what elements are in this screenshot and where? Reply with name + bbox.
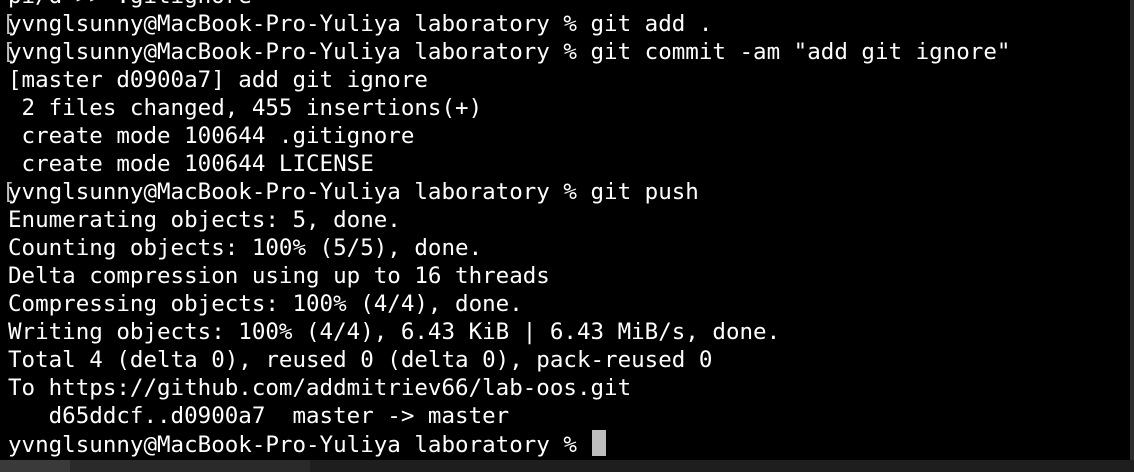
line-text: Counting objects: 100% (5/5), done. xyxy=(8,235,483,261)
output-line: Counting objects: 100% (5/5), done. xyxy=(8,234,1010,262)
output-line: Enumerating objects: 5, done. xyxy=(8,206,1010,234)
line-text: yvnglsunny@MacBook-Pro-Yuliya laboratory… xyxy=(8,432,591,458)
line-marker: [ xyxy=(2,39,16,65)
line-text: pi/d >> .gitignore xyxy=(8,0,252,9)
output-line: create mode 100644 .gitignore xyxy=(8,122,1010,150)
line-text: Compressing objects: 100% (4/4), done. xyxy=(8,291,523,317)
output-line: Total 4 (delta 0), reused 0 (delta 0), p… xyxy=(8,346,1010,374)
line-text: Enumerating objects: 5, done. xyxy=(8,207,401,233)
output-line: Writing objects: 100% (4/4), 6.43 KiB | … xyxy=(8,318,1010,346)
frame-segment xyxy=(310,460,1134,472)
line-text: Writing objects: 100% (4/4), 6.43 KiB | … xyxy=(8,319,781,345)
output-line: pi/d >> .gitignore xyxy=(8,0,1010,10)
prompt-line: [yvnglsunny@MacBook-Pro-Yuliya laborator… xyxy=(2,178,1010,206)
output-line: create mode 100644 LICENSE xyxy=(8,150,1010,178)
line-text: yvnglsunny@MacBook-Pro-Yuliya laboratory… xyxy=(8,39,1011,65)
terminal-window[interactable]: pi/d >> .gitignore[yvnglsunny@MacBook-Pr… xyxy=(0,0,1130,460)
line-text: create mode 100644 LICENSE xyxy=(8,151,374,177)
window-edge xyxy=(1130,0,1134,472)
output-line: 2 files changed, 455 insertions(+) xyxy=(8,94,1010,122)
line-marker: [ xyxy=(2,179,16,205)
output-line: d65ddcf..d0900a7 master -> master xyxy=(8,402,1010,430)
line-text: yvnglsunny@MacBook-Pro-Yuliya laboratory… xyxy=(8,11,713,37)
line-text: 2 files changed, 455 insertions(+) xyxy=(8,95,483,121)
line-text: d65ddcf..d0900a7 master -> master xyxy=(8,403,510,429)
output-line: Delta compression using up to 16 threads xyxy=(8,262,1010,290)
frame-segment xyxy=(70,460,310,472)
text-cursor[interactable] xyxy=(592,430,607,456)
output-line: To https://github.com/addmitriev66/lab-o… xyxy=(8,374,1010,402)
line-text: create mode 100644 .gitignore xyxy=(8,123,415,149)
line-text: [master d0900a7] add git ignore xyxy=(8,67,428,93)
line-text: yvnglsunny@MacBook-Pro-Yuliya laboratory… xyxy=(8,179,699,205)
terminal-output: pi/d >> .gitignore[yvnglsunny@MacBook-Pr… xyxy=(2,0,1011,458)
line-text: Total 4 (delta 0), reused 0 (delta 0), p… xyxy=(8,347,713,373)
bottom-frame xyxy=(0,460,1134,472)
prompt-line: [yvnglsunny@MacBook-Pro-Yuliya laborator… xyxy=(2,38,1011,66)
line-text: To https://github.com/addmitriev66/lab-o… xyxy=(8,375,632,401)
output-line: [master d0900a7] add git ignore xyxy=(8,66,1010,94)
frame-segment xyxy=(0,460,70,472)
line-text: Delta compression using up to 16 threads xyxy=(8,263,550,289)
line-marker: [ xyxy=(2,11,16,37)
prompt-line: [yvnglsunny@MacBook-Pro-Yuliya laborator… xyxy=(2,10,1010,38)
active-prompt-line: yvnglsunny@MacBook-Pro-Yuliya laboratory… xyxy=(8,430,1010,458)
output-line: Compressing objects: 100% (4/4), done. xyxy=(8,290,1010,318)
